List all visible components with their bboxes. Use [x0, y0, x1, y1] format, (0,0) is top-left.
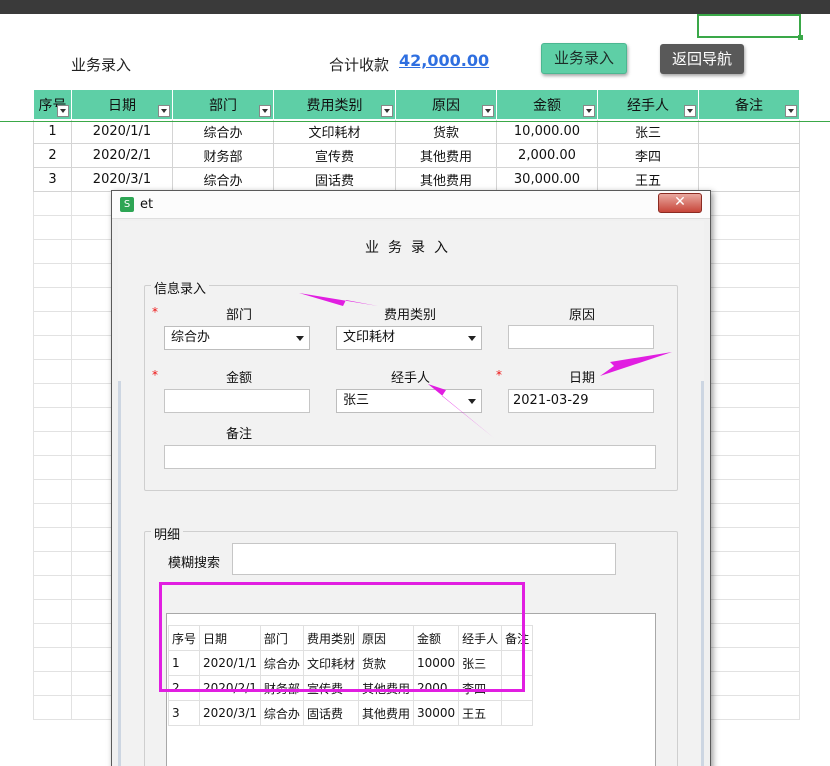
- arrow-to-handler-icon: [428, 384, 494, 438]
- annotation-arrows: [299, 293, 672, 438]
- arrow-to-category-icon: [299, 293, 378, 306]
- arrow-to-date-icon: [600, 352, 672, 376]
